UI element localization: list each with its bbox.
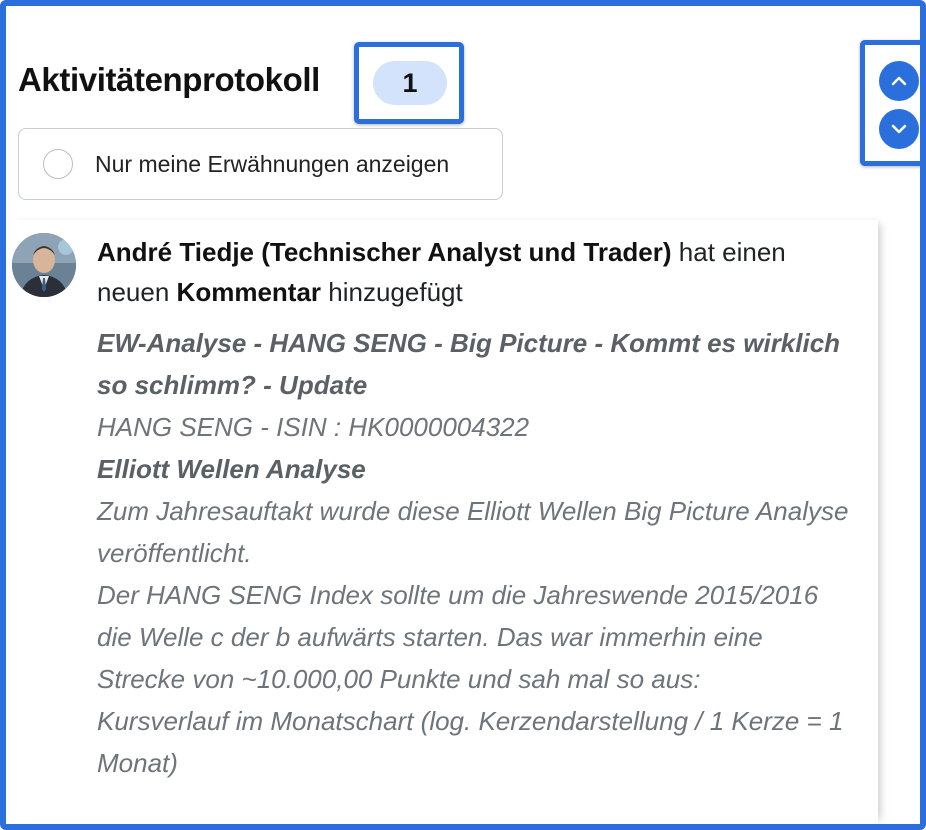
- user-photo-icon: [12, 233, 76, 297]
- comment-paragraph: Kursverlauf im Monatschart (log. Kerzend…: [97, 706, 844, 778]
- author-name[interactable]: André Tiedje (Technischer Analyst und Tr…: [97, 237, 672, 267]
- activity-entry: André Tiedje (Technischer Analyst und Tr…: [97, 232, 857, 784]
- comment-body: EW-Analyse - HANG SENG - Big Picture - K…: [97, 322, 857, 784]
- next-button[interactable]: [879, 109, 919, 149]
- comment-isin: HANG SENG - ISIN : HK0000004322: [97, 412, 530, 442]
- chevron-down-icon: [891, 124, 907, 134]
- action-object[interactable]: Kommentar: [177, 277, 321, 307]
- feed-navigation: [860, 40, 926, 166]
- page-title: Aktivitätenprotokoll: [18, 61, 320, 98]
- avatar[interactable]: [12, 233, 76, 297]
- comment-paragraph: Zum Jahresauftakt wurde diese Elliott We…: [97, 496, 849, 568]
- mentions-filter-label: Nur meine Erwähnungen anzeigen: [95, 150, 450, 177]
- comment-section-heading: Elliott Wellen Analyse: [97, 454, 366, 484]
- mentions-filter-radio[interactable]: [43, 149, 73, 179]
- count-badge-container: 1: [354, 42, 464, 124]
- action-suffix: hinzugefügt: [328, 277, 463, 307]
- activity-headline: André Tiedje (Technischer Analyst und Tr…: [97, 232, 857, 312]
- previous-button[interactable]: [879, 61, 919, 101]
- count-badge: 1: [373, 61, 447, 105]
- mentions-filter-toggle[interactable]: Nur meine Erwähnungen anzeigen: [18, 128, 503, 200]
- comment-title: EW-Analyse - HANG SENG - Big Picture - K…: [97, 328, 841, 400]
- activity-feed: André Tiedje (Technischer Analyst und Tr…: [6, 220, 878, 824]
- chevron-up-icon: [891, 76, 907, 86]
- comment-paragraph: Der HANG SENG Index sollte um die Jahres…: [97, 580, 819, 694]
